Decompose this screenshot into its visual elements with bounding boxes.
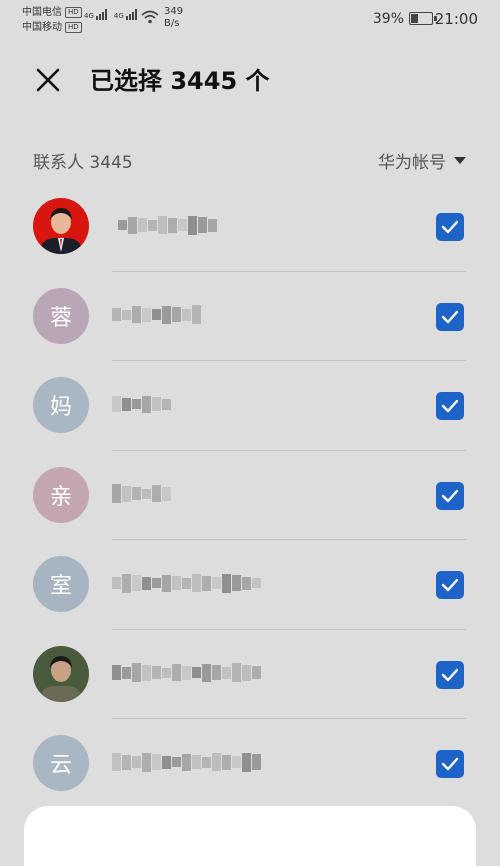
check-icon	[441, 489, 459, 502]
avatar-initial: 云	[49, 753, 72, 778]
person-photo-icon	[41, 655, 81, 702]
select-checkbox[interactable]	[436, 660, 464, 689]
battery-level	[411, 14, 418, 23]
contact-initial-avatar: 蓉	[33, 287, 89, 344]
person-photo-icon	[41, 208, 81, 254]
check-icon	[441, 310, 459, 323]
signal-indicators: 4G 4G	[84, 9, 137, 20]
contact-initial-avatar: 亲	[33, 466, 89, 523]
caret-down-icon	[454, 157, 466, 164]
select-checkbox[interactable]	[436, 392, 464, 420]
bottom-action-sheet[interactable]	[24, 806, 476, 866]
network-type-label: 4G	[113, 12, 124, 20]
check-icon	[441, 220, 459, 234]
close-button[interactable]	[30, 62, 66, 98]
contact-row[interactable]	[0, 630, 500, 719]
select-checkbox[interactable]	[436, 302, 464, 331]
carrier-2-label: 中国移动	[22, 22, 62, 33]
contact-row[interactable]: 妈	[0, 361, 500, 451]
account-filter-label: 华为帐号	[378, 153, 446, 173]
select-checkbox[interactable]	[436, 481, 464, 510]
check-icon	[441, 578, 459, 592]
contact-name-redacted	[112, 570, 262, 596]
contact-row[interactable]: 室	[0, 540, 500, 630]
check-icon	[441, 757, 459, 771]
signal-icon: 4G	[84, 9, 107, 20]
carrier-info: 中国电信 HD 中国移动 HD	[22, 5, 82, 35]
contact-name-redacted	[112, 391, 172, 417]
contact-row[interactable]: 蓉	[0, 272, 500, 361]
battery-icon	[409, 12, 437, 25]
contact-initial-avatar: 云	[33, 735, 89, 791]
contact-row[interactable]	[0, 182, 500, 272]
check-icon	[441, 668, 459, 681]
select-checkbox[interactable]	[436, 750, 464, 778]
contact-row[interactable]: 亲	[0, 451, 500, 540]
avatar-initial: 亲	[49, 484, 72, 510]
select-checkbox[interactable]	[436, 213, 464, 241]
contacts-count-label: 联系人 3445	[33, 153, 133, 173]
account-filter-dropdown[interactable]: 华为帐号	[378, 148, 466, 173]
contact-name-redacted	[118, 212, 218, 238]
contact-name-redacted	[112, 481, 172, 507]
avatar-initial: 室	[49, 574, 72, 599]
contact-photo-avatar	[33, 645, 89, 702]
contact-initial-avatar: 室	[33, 556, 89, 612]
speed-unit: B/s	[164, 18, 180, 29]
contact-name-redacted	[112, 660, 262, 686]
signal-icon: 4G	[114, 9, 137, 20]
select-checkbox[interactable]	[436, 571, 464, 599]
carrier-1-label: 中国电信	[22, 7, 62, 18]
contact-list: 蓉妈亲室云	[0, 182, 500, 809]
network-type-label: 4G	[84, 12, 94, 20]
wifi-icon	[141, 10, 159, 24]
avatar-initial: 妈	[49, 395, 72, 420]
contact-row[interactable]: 云	[0, 719, 500, 809]
avatar-initial: 蓉	[49, 305, 72, 331]
contact-name-redacted	[112, 302, 202, 328]
speed-value: 349	[164, 6, 184, 17]
contact-initial-avatar: 妈	[33, 377, 89, 433]
check-icon	[441, 399, 459, 413]
hd-badge: HD	[65, 22, 82, 33]
contact-name-redacted	[112, 749, 262, 775]
status-bar: 中国电信 HD 中国移动 HD 4G 4G 349 B/s 39% 21:00	[0, 0, 500, 38]
network-speed: 349 B/s	[164, 6, 183, 30]
battery-percent: 39%	[372, 11, 404, 27]
contact-photo-avatar	[33, 198, 89, 254]
page-title: 已选择 3445 个	[90, 67, 270, 95]
hd-badge: HD	[65, 7, 82, 18]
selection-header: 已选择 3445 个	[0, 50, 500, 106]
clock: 21:00	[434, 10, 478, 28]
close-icon	[36, 68, 60, 92]
